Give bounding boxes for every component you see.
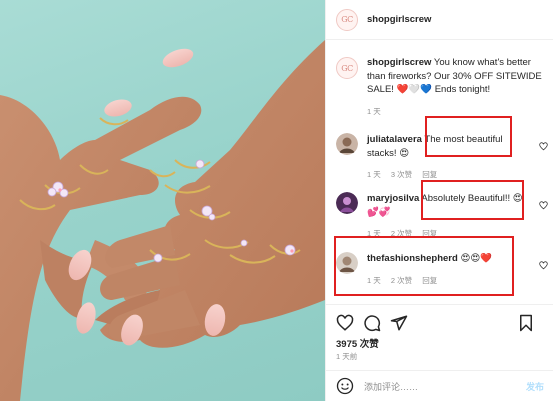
commenter-avatar[interactable]: [336, 133, 358, 155]
commenter-avatar[interactable]: [336, 252, 358, 274]
share-icon[interactable]: [390, 314, 408, 332]
comment-item: maryjosilva Absolutely Beautiful!! 😍💕💞 1…: [336, 192, 548, 241]
comment-reply[interactable]: 回复: [422, 276, 437, 285]
hands-with-rings-image: [0, 40, 325, 401]
caption-time[interactable]: 1 天: [367, 107, 381, 116]
comment-likes[interactable]: 2 次赞: [391, 229, 412, 238]
likes-count[interactable]: 3975 次赞: [336, 336, 379, 350]
post-header: GC shopgirlscrew: [326, 0, 553, 40]
post-photo[interactable]: [0, 0, 325, 401]
commenter-avatar[interactable]: [336, 192, 358, 214]
comment-time[interactable]: 1 天: [367, 229, 381, 238]
comment-time[interactable]: 1 天: [367, 276, 381, 285]
comment-like-icon[interactable]: [539, 142, 548, 151]
comment-item: juliatalavera The most beautiful stacks!…: [336, 133, 548, 182]
author-avatar[interactable]: GC: [336, 8, 358, 31]
post-actions-bar: [326, 304, 553, 340]
post-caption: GC shopgirlscrew You know what's better …: [336, 56, 548, 118]
comment-item: thefashionshepherd 😍😍❤️ 1 天 2 次赞 回复: [336, 252, 548, 287]
comment-username[interactable]: juliatalavera: [367, 134, 422, 145]
bookmark-icon[interactable]: [517, 314, 535, 332]
comment-like-icon[interactable]: [539, 261, 548, 270]
comment-likes[interactable]: 2 次赞: [391, 276, 412, 285]
post-comment-button[interactable]: 发布: [526, 380, 544, 393]
comment-icon[interactable]: [363, 314, 381, 332]
comment-username[interactable]: maryjosilva: [367, 193, 419, 204]
comment-time[interactable]: 1 天: [367, 170, 381, 179]
comment-reply[interactable]: 回复: [422, 229, 437, 238]
post-details-panel: GC shopgirlscrew GC shopgirlscrew You kn…: [325, 0, 553, 401]
emoji-icon[interactable]: [336, 377, 354, 395]
comment-likes[interactable]: 3 次赞: [391, 170, 412, 179]
comment-input[interactable]: 添加评论……: [364, 380, 418, 393]
caption-avatar[interactable]: GC: [336, 57, 358, 79]
instagram-post-view: GC shopgirlscrew GC shopgirlscrew You kn…: [0, 0, 553, 401]
comment-reply[interactable]: 回复: [422, 170, 437, 179]
comment-text: 😍😍❤️: [460, 253, 493, 264]
heart-icon[interactable]: [336, 314, 354, 332]
caption-username[interactable]: shopgirlscrew: [367, 57, 431, 68]
author-username[interactable]: shopgirlscrew: [367, 14, 431, 25]
comment-username[interactable]: thefashionshepherd: [367, 253, 458, 264]
post-timestamp: 1 天前: [336, 352, 358, 361]
add-comment-bar: 添加评论…… 发布: [326, 370, 553, 401]
comment-like-icon[interactable]: [539, 201, 548, 210]
